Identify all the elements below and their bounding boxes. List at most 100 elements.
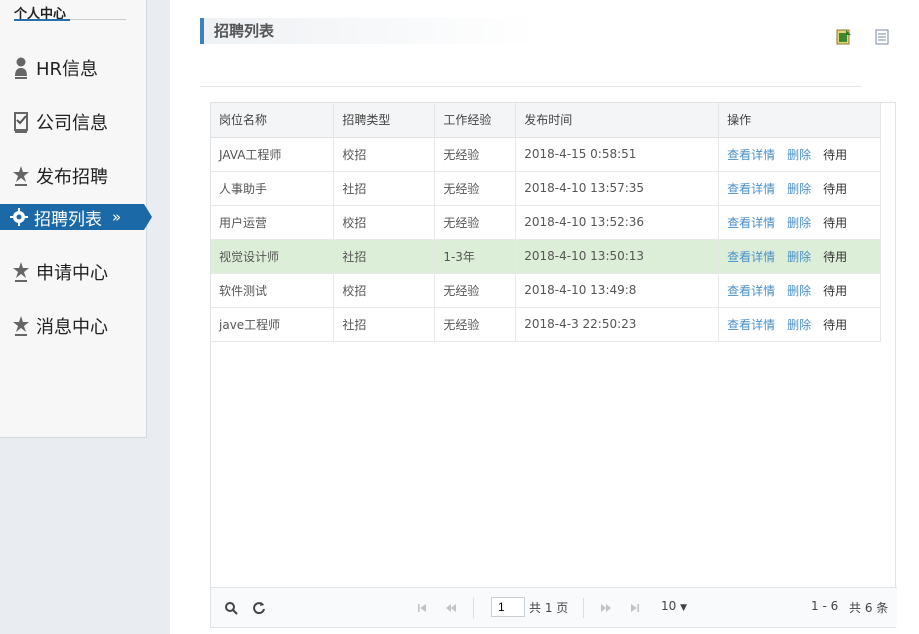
delete-link[interactable]: 删除: [787, 216, 811, 230]
view-detail-link[interactable]: 查看详情: [727, 250, 775, 264]
disable-link[interactable]: 待用: [823, 148, 847, 162]
view-detail-link[interactable]: 查看详情: [727, 148, 775, 162]
person-icon: [12, 56, 30, 80]
prev-page-icon[interactable]: [444, 601, 458, 615]
delete-link[interactable]: 删除: [787, 182, 811, 196]
page-number-input[interactable]: [491, 597, 525, 617]
job-table: 岗位名称 招聘类型 工作经验 发布时间 操作 JAVA工程师 校招 无经验 20…: [211, 103, 881, 342]
cell-position: jave工程师: [211, 307, 335, 342]
cell-type: 社招: [333, 171, 436, 206]
cell-type: 社招: [333, 307, 436, 342]
table-row[interactable]: 用户运营 校招 无经验 2018-4-10 13:52:36 查看详情 删除 待用: [211, 205, 881, 240]
cell-type: 校招: [333, 273, 436, 308]
cell-actions: 查看详情 删除 待用: [718, 137, 881, 172]
cell-publish-time: 2018-4-10 13:52:36: [515, 205, 720, 240]
sidebar-item-label: 消息中心: [36, 317, 108, 338]
search-icon[interactable]: [223, 601, 239, 615]
table-row[interactable]: 人事助手 社招 无经验 2018-4-10 13:57:35 查看详情 删除 待用: [211, 171, 881, 206]
delete-link[interactable]: 删除: [787, 284, 811, 298]
star-icon: [12, 164, 30, 188]
gear-icon: [10, 205, 28, 229]
sidebar-item-label: 公司信息: [36, 113, 108, 134]
refresh-icon[interactable]: [251, 601, 267, 615]
sidebar-item-post-job[interactable]: 发布招聘: [0, 159, 147, 193]
header-divider: [200, 86, 862, 87]
sidebar-item-label: 发布招聘: [36, 167, 108, 188]
sidebar-item-message-center[interactable]: 消息中心: [0, 309, 147, 343]
total-pages-text: 共 1 页: [529, 601, 569, 615]
sidebar-item-hr-info[interactable]: HR信息: [0, 51, 147, 85]
cell-actions: 查看详情 删除 待用: [718, 307, 881, 342]
column-header-position[interactable]: 岗位名称: [211, 103, 335, 138]
disable-link[interactable]: 待用: [823, 250, 847, 264]
cell-publish-time: 2018-4-10 13:57:35: [515, 171, 720, 206]
delete-link[interactable]: 删除: [787, 318, 811, 332]
next-page-icon[interactable]: [599, 601, 613, 615]
table-header-row: 岗位名称 招聘类型 工作经验 发布时间 操作: [211, 103, 881, 138]
total-items-text: 共 6 条: [849, 601, 889, 615]
disable-link[interactable]: 待用: [823, 182, 847, 196]
cell-position: 用户运营: [211, 205, 335, 240]
sidebar-title-accent: [14, 19, 70, 21]
disable-link[interactable]: 待用: [823, 284, 847, 298]
page-size-value: 10: [661, 599, 677, 613]
cell-actions: 查看详情 删除 待用: [718, 273, 881, 308]
double-chevron-right-icon: »: [112, 208, 122, 226]
sidebar-item-company-info[interactable]: 公司信息: [0, 105, 147, 139]
view-detail-link[interactable]: 查看详情: [727, 182, 775, 196]
pager-separator: [473, 598, 474, 618]
table-row[interactable]: 软件测试 校招 无经验 2018-4-10 13:49:8 查看详情 删除 待用: [211, 273, 881, 308]
checklist-icon: [12, 110, 30, 134]
cell-position: 软件测试: [211, 273, 335, 308]
first-page-icon[interactable]: [415, 601, 429, 615]
star-icon: [12, 260, 30, 284]
sidebar-item-label: 申请中心: [36, 263, 108, 284]
column-header-actions: 操作: [718, 103, 881, 138]
view-detail-link[interactable]: 查看详情: [727, 284, 775, 298]
job-list-grid: 岗位名称 招聘类型 工作经验 发布时间 操作 JAVA工程师 校招 无经验 20…: [210, 102, 897, 628]
cell-experience: 无经验: [434, 137, 517, 172]
export-excel-icon[interactable]: [836, 29, 852, 45]
sidebar: 个人中心 HR信息 公司信息 发布招聘 招聘列表 » 申请中心 消息中心: [0, 0, 152, 438]
column-header-type[interactable]: 招聘类型: [333, 103, 436, 138]
table-row[interactable]: jave工程师 社招 无经验 2018-4-3 22:50:23 查看详情 删除待…: [211, 307, 881, 342]
delete-link[interactable]: 删除: [787, 148, 811, 162]
cell-actions: 查看详情 删除 待用: [718, 171, 881, 206]
sidebar-item-label: 招聘列表: [34, 209, 102, 230]
cell-experience: 1-3年: [434, 239, 517, 274]
star-icon: [12, 314, 30, 338]
cell-publish-time: 2018-4-10 13:49:8: [515, 273, 720, 308]
cell-publish-time: 2018-4-10 13:50:13: [515, 239, 720, 274]
last-page-icon[interactable]: [628, 601, 642, 615]
sidebar-item-application-center[interactable]: 申请中心: [0, 255, 147, 289]
sidebar-item-label: HR信息: [36, 59, 99, 80]
disable-link[interactable]: 待用: [823, 216, 847, 230]
cell-publish-time: 2018-4-3 22:50:23: [515, 307, 720, 342]
document-icon[interactable]: [875, 29, 891, 45]
cell-position: 视觉设计师: [211, 239, 335, 274]
cell-position: JAVA工程师: [211, 137, 335, 172]
column-header-experience[interactable]: 工作经验: [434, 103, 517, 138]
cell-experience: 无经验: [434, 205, 517, 240]
cell-type: 校招: [333, 137, 436, 172]
page-size-select[interactable]: 10 ▼: [661, 599, 687, 613]
cell-actions: 查看详情 删除 待用: [718, 239, 881, 274]
chevron-down-icon: ▼: [680, 603, 688, 613]
pager-separator: [583, 598, 584, 618]
disable-link[interactable]: 待用: [823, 318, 847, 332]
cell-type: 校招: [333, 205, 436, 240]
pager: 共 1 页 10 ▼ 1 - 6 共 6 条: [211, 587, 897, 627]
cell-experience: 无经验: [434, 307, 517, 342]
sidebar-item-job-list[interactable]: 招聘列表 »: [0, 204, 152, 230]
table-row[interactable]: JAVA工程师 校招 无经验 2018-4-15 0:58:51 查看详情 删除待…: [211, 137, 881, 172]
cell-position: 人事助手: [211, 171, 335, 206]
delete-link[interactable]: 删除: [787, 250, 811, 264]
column-header-publish-time[interactable]: 发布时间: [515, 103, 720, 138]
cell-experience: 无经验: [434, 171, 517, 206]
cell-publish-time: 2018-4-15 0:58:51: [515, 137, 720, 172]
view-detail-link[interactable]: 查看详情: [727, 216, 775, 230]
view-detail-link[interactable]: 查看详情: [727, 318, 775, 332]
cell-actions: 查看详情 删除 待用: [718, 205, 881, 240]
cell-experience: 无经验: [434, 273, 517, 308]
table-row-selected[interactable]: 视觉设计师 社招 1-3年 2018-4-10 13:50:13 查看详情 删除待…: [211, 239, 881, 274]
